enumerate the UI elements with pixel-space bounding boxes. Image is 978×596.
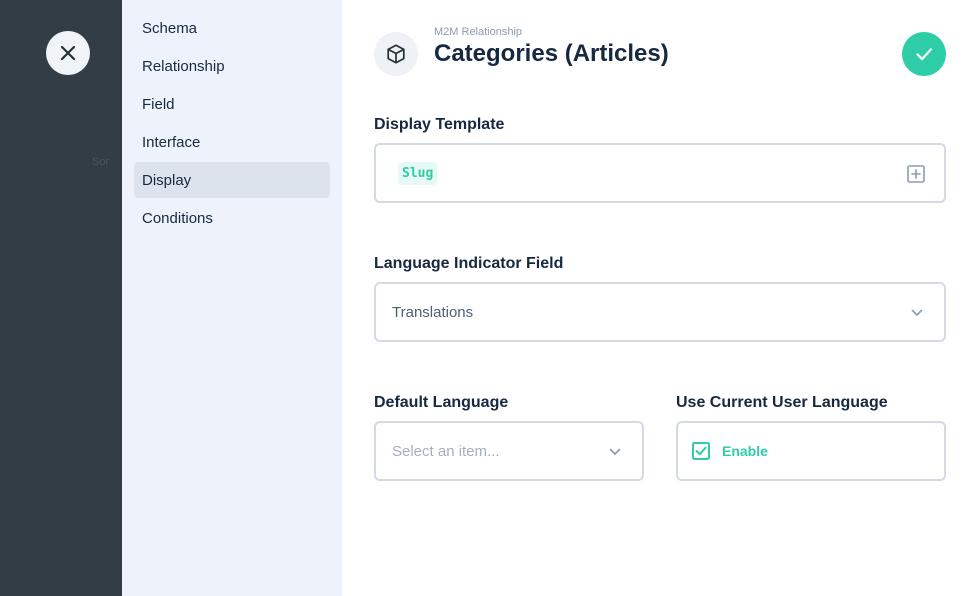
sidebar-item-field[interactable]: Field [134, 86, 330, 122]
checkbox-checked-icon[interactable] [692, 442, 710, 460]
sidebar-item-display[interactable]: Display [134, 162, 330, 198]
language-indicator-value: Translations [392, 303, 474, 321]
sidebar-item-label: Interface [142, 133, 201, 151]
box-icon [387, 44, 405, 64]
display-template-input[interactable]: Slug [374, 143, 946, 203]
language-indicator-select[interactable]: Translations [374, 282, 946, 342]
drawer-content: M2M Relationship Categories (Articles) D… [342, 0, 978, 596]
header-icon-badge [374, 32, 418, 76]
dimmed-backdrop[interactable]: Sor [0, 0, 122, 596]
default-language-select[interactable]: Select an item... [374, 421, 644, 481]
sidebar-item-label: Schema [142, 19, 198, 37]
check-icon [916, 48, 932, 61]
backdrop-ghost-text: Sor [92, 156, 110, 168]
sidebar-item-label: Display [142, 171, 192, 189]
save-button[interactable] [902, 32, 946, 76]
sidebar-item-label: Field [142, 95, 175, 113]
enable-checkbox-label[interactable]: Enable [722, 443, 768, 459]
drawer-sidebar-nav: Schema Relationship Field Interface Disp… [122, 0, 342, 596]
default-language-placeholder: Select an item... [392, 442, 500, 460]
display-template-label: Display Template [374, 116, 505, 133]
language-indicator-label: Language Indicator Field [374, 255, 564, 272]
sidebar-item-conditions[interactable]: Conditions [134, 200, 330, 236]
add-field-icon[interactable] [906, 164, 926, 184]
use-current-user-language-label: Use Current User Language [676, 394, 888, 411]
page-title: Categories (Articles) [434, 40, 669, 67]
template-field-tag[interactable]: Slug [398, 161, 438, 185]
close-icon [60, 45, 76, 61]
sidebar-item-relationship[interactable]: Relationship [134, 48, 330, 84]
close-button[interactable] [46, 31, 90, 75]
sidebar-item-interface[interactable]: Interface [134, 124, 330, 160]
default-language-label: Default Language [374, 394, 509, 411]
chevron-down-icon [609, 448, 621, 455]
header-subtitle: M2M Relationship [434, 26, 523, 38]
sidebar-item-schema[interactable]: Schema [134, 10, 330, 46]
chevron-down-icon [911, 309, 923, 316]
sidebar-item-label: Conditions [142, 209, 213, 227]
sidebar-item-label: Relationship [142, 57, 225, 75]
use-current-user-language-toggle[interactable]: Enable [676, 421, 946, 481]
app-window: Sor Schema Relationship Field Interface … [0, 0, 978, 596]
